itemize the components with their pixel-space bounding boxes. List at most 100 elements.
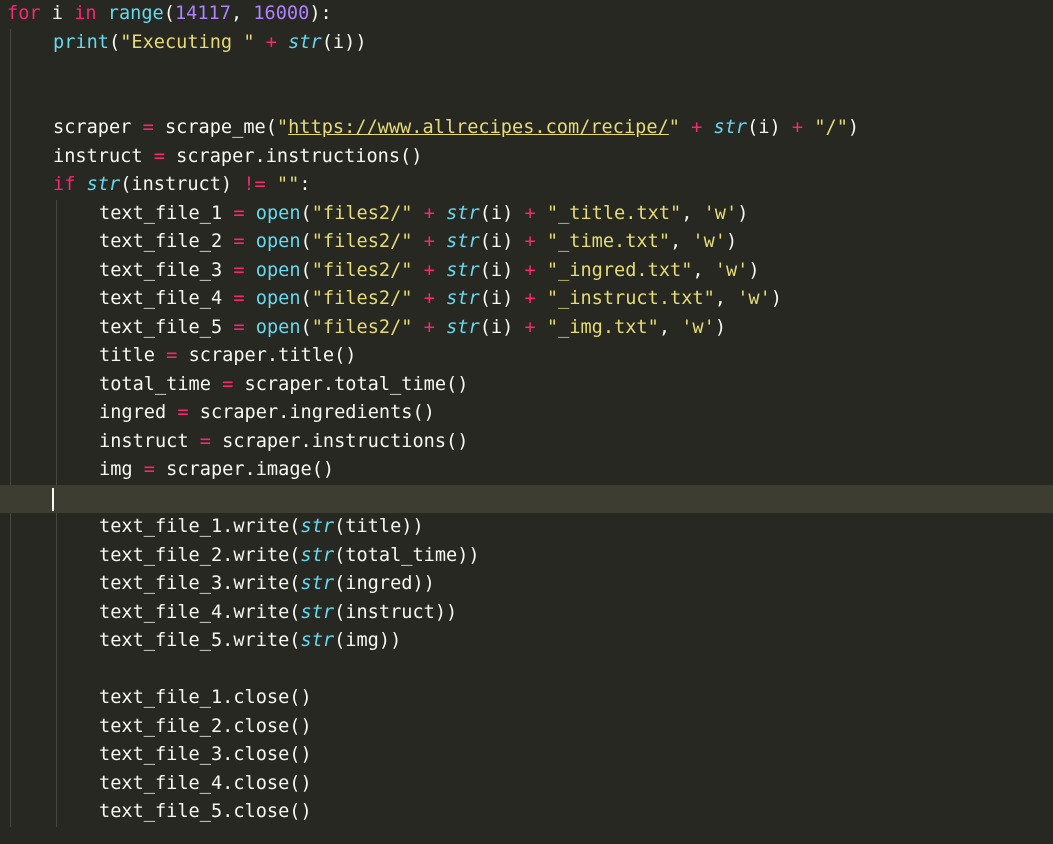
code-line[interactable]: if str(instruct) != "": [7,171,1053,200]
code-token: (img)) [334,630,402,651]
code-token: , [658,316,682,338]
code-line[interactable] [7,85,1053,114]
code-token: (ingred)) [334,573,435,594]
code-token: text_file_5.close() [99,801,312,822]
indent-guide [56,684,57,713]
code-token: + [265,31,277,53]
code-token: (i) [479,316,525,338]
code-token: = [166,345,178,366]
code-token: "" [276,174,300,195]
code-line[interactable]: text_file_1.close() [7,684,1053,713]
code-token: , [714,288,738,309]
indent-guide [56,285,57,314]
code-token: + [423,231,435,252]
code-line[interactable]: text_file_3 = open("files2/" + str(i) + … [7,256,1053,285]
code-line[interactable]: text_file_1 = open("files2/" + str(i) + … [7,199,1053,228]
code-token: = [233,231,245,252]
code-line[interactable]: text_file_1.write(str(title)) [7,513,1053,542]
code-token: str [288,31,322,53]
code-line[interactable]: text_file_2 = open("files2/" + str(i) + … [7,228,1053,257]
code-token: ( [300,202,312,224]
code-token: str [446,316,480,338]
code-line[interactable]: text_file_4.close() [7,769,1053,798]
code-token: instruct [53,145,154,167]
code-token: str [446,202,480,224]
code-line[interactable]: text_file_5.close() [7,798,1053,827]
code-token: 'w' [681,316,715,338]
code-line[interactable]: text_file_4.write(str(instruct)) [7,598,1053,627]
code-line[interactable]: text_file_3.write(str(ingred)) [7,570,1053,599]
active-line[interactable] [0,484,1053,513]
code-line[interactable]: text_file_5 = open("files2/" + str(i) + … [7,313,1053,342]
code-line[interactable]: text_file_2.write(str(total_time)) [7,541,1053,570]
code-token: text_file_4.write( [99,601,301,623]
text-caret [52,487,54,511]
indent-guide [10,313,11,342]
code-token: str [446,288,480,309]
code-token: = [233,288,245,309]
code-token: = [233,316,245,338]
indent-guide [56,513,57,542]
code-token: ) [770,288,782,309]
code-line[interactable]: img = scraper.image() [7,456,1053,485]
code-line[interactable] [7,655,1053,684]
indent-guide [10,142,11,171]
code-token: != [243,174,266,195]
code-token: text_file_4.close() [99,772,312,794]
code-line[interactable]: ingred = scraper.ingredients() [7,399,1053,428]
code-line[interactable] [7,57,1053,86]
indent-guide [10,655,11,684]
code-token: text_file_4 [99,288,234,309]
indent-guide [56,228,57,257]
indent-guide [56,342,57,371]
code-token: ( [163,3,175,24]
code-line[interactable]: title = scraper.title() [7,342,1053,371]
indent-guide [10,342,11,371]
code-line[interactable]: text_file_4 = open("files2/" + str(i) + … [7,285,1053,314]
code-token: scraper [53,117,143,138]
code-token: "files2/" [311,231,413,252]
indent-guide [56,570,57,599]
code-token: (i) [479,231,525,252]
code-editor[interactable]: for i in range(14117, 16000): print("Exec… [0,0,1053,844]
indent-guide [56,370,57,399]
code-line[interactable]: instruct = scraper.instructions() [7,142,1053,171]
indent-guide [56,627,57,656]
code-line[interactable]: total_time = scraper.total_time() [7,370,1053,399]
code-token: str [300,601,335,623]
code-line[interactable]: text_file_2.close() [7,712,1053,741]
code-token: str [300,516,335,537]
code-token: " [276,117,289,138]
code-token: text_file_2.close() [99,715,312,737]
code-token: str [86,174,121,195]
code-token: ( [300,288,312,309]
indent-guide [10,598,11,627]
code-token: + [524,288,536,309]
code-line[interactable]: instruct = scraper.instructions() [7,427,1053,456]
code-line[interactable]: scraper = scrape_me("https://www.allreci… [7,114,1053,143]
code-token: + [791,117,804,138]
code-line[interactable]: text_file_5.write(str(img)) [7,627,1053,656]
code-token: str [446,259,480,281]
code-line[interactable]: text_file_3.close() [7,741,1053,770]
code-token: scraper.image() [154,459,335,480]
code-line[interactable]: for i in range(14117, 16000): [7,0,1053,29]
code-token: + [524,202,536,224]
indent-guide [56,456,57,485]
code-line[interactable]: print("Executing " + str(i)) [7,28,1053,57]
code-lines[interactable]: for i in range(14117, 16000): print("Exec… [0,0,1053,844]
code-token: "_time.txt" [546,231,671,252]
code-token: text_file_3.close() [99,744,312,765]
code-token: scraper.total_time() [233,373,469,395]
indent-guide [10,228,11,257]
